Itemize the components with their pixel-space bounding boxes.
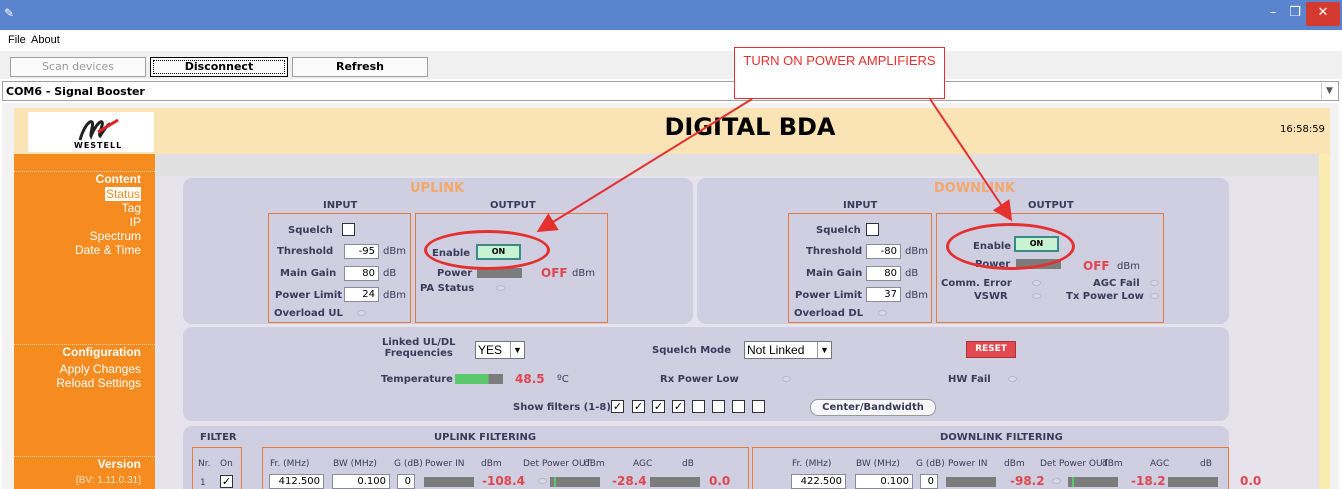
arrow-to-uplink-enable [536,98,753,233]
annotation-arrows [536,98,1013,233]
arrow-to-downlink-enable [929,98,1013,222]
